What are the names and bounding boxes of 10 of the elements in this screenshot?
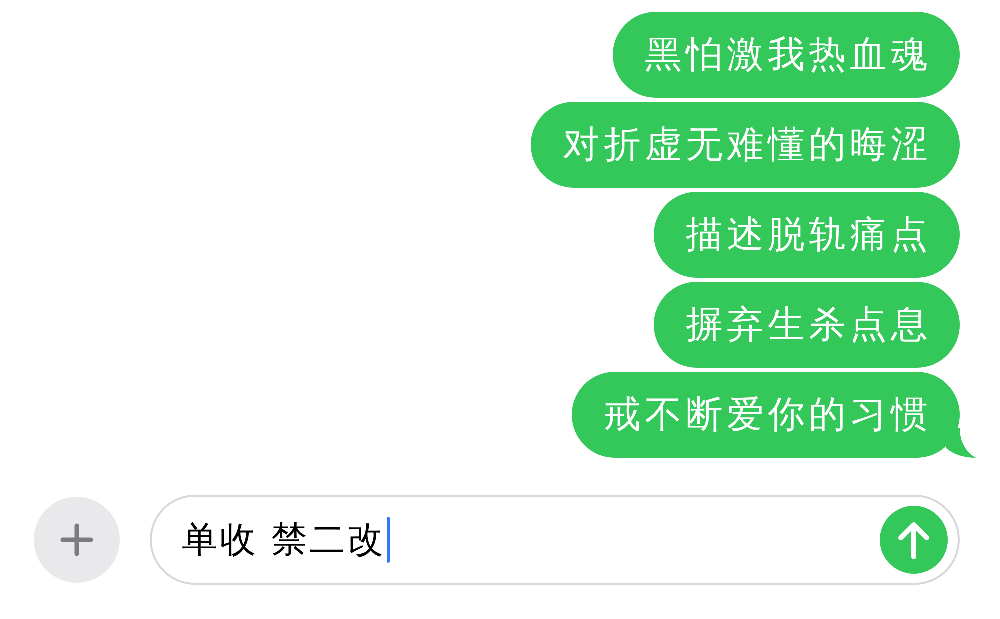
message-bubble: 描述脱轨痛点: [654, 192, 960, 278]
send-button[interactable]: [880, 506, 948, 574]
message-bubble: 对折虚无难懂的晦涩: [531, 102, 960, 188]
up-arrow-icon: [896, 520, 932, 560]
message-bubble: 戒不断爱你的习惯: [572, 372, 960, 458]
message-field[interactable]: 单收 禁二改: [150, 495, 960, 585]
message-bubble: 摒弃生杀点息: [654, 282, 960, 368]
message-text: 单收 禁二改: [182, 518, 386, 562]
plus-icon: [60, 523, 94, 557]
message-bubble: 黑怕激我热血魂: [613, 12, 960, 98]
